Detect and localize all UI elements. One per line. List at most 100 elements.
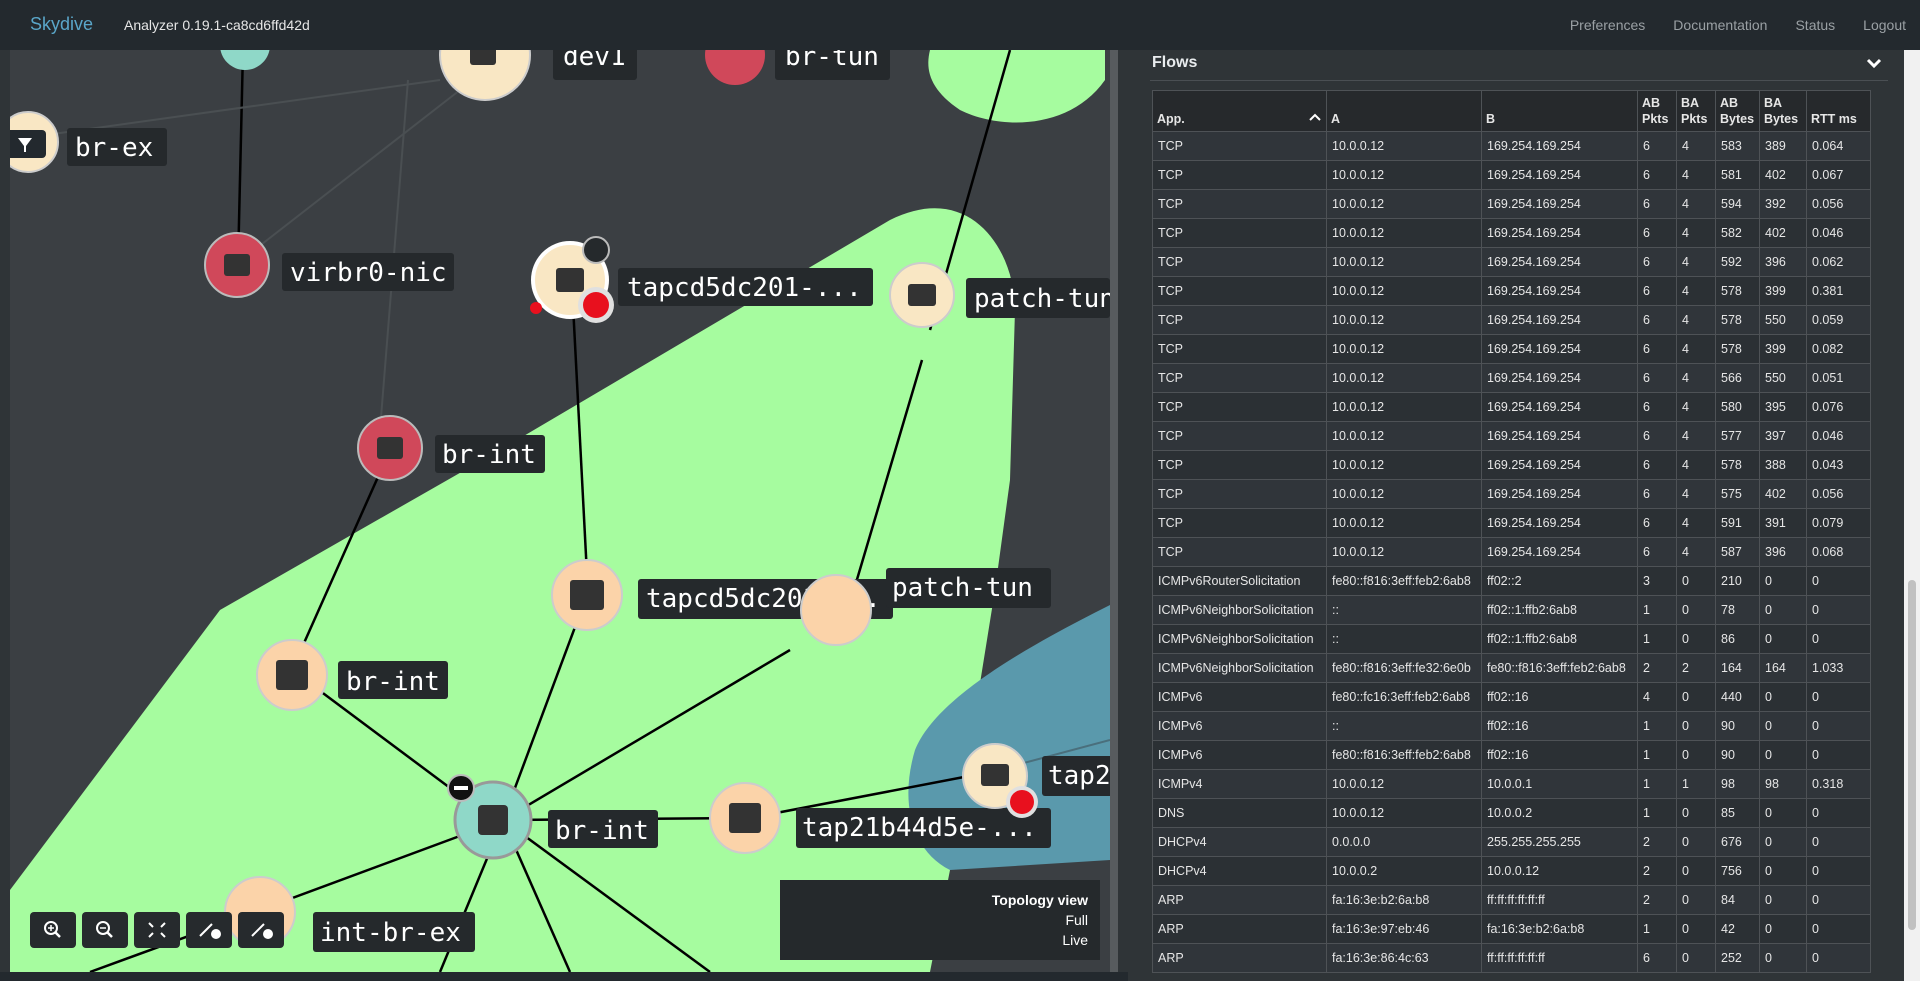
nav-preferences-link[interactable]: Preferences (1570, 17, 1645, 33)
cell-ab-pkts: 6 (1637, 247, 1677, 277)
nav-documentation-link[interactable]: Documentation (1673, 17, 1767, 33)
table-row[interactable]: TCP 10.0.0.12 169.254.169.254 6 4 592 396 0.062 (1152, 247, 1871, 277)
collapse-all-button[interactable] (238, 912, 284, 948)
table-row[interactable]: TCP 10.0.0.12 169.254.169.254 6 4 578 399 0.082 (1152, 334, 1871, 364)
cell-ab-bytes: 90 (1715, 740, 1760, 770)
cell-b: 10.0.0.12 (1481, 856, 1638, 886)
flows-panel-header[interactable]: Flows (1150, 50, 1888, 81)
table-row[interactable]: ICMPv6 fe80::fc16:3eff:feb2:6ab8 ff02::16 4… (1152, 682, 1871, 712)
topology-graph[interactable]: dev1 br-tun br-ex virbr0-nic tapcd5dc201… (10, 50, 1110, 972)
chevron-down-icon[interactable] (1866, 56, 1882, 70)
table-row[interactable]: ICMPv4 10.0.0.12 10.0.0.1 1 1 98 98 0.318 (1152, 769, 1871, 799)
status-dot (530, 302, 542, 314)
column-header-ab-bytes[interactable]: AB Bytes (1715, 90, 1760, 132)
zoom-in-button[interactable] (30, 912, 76, 948)
table-row[interactable]: TCP 10.0.0.12 169.254.169.254 6 4 566 550 0.051 (1152, 363, 1871, 393)
node-dev1[interactable]: dev1 (439, 50, 637, 101)
column-header-b[interactable]: B (1481, 90, 1638, 132)
brand-logo[interactable]: Skydive (30, 14, 93, 35)
cell-b: 10.0.0.1 (1481, 769, 1638, 799)
table-row[interactable]: DHCPv4 10.0.0.2 10.0.0.12 2 0 756 0 0 (1152, 856, 1871, 886)
table-row[interactable]: DHCPv4 0.0.0.0 255.255.255.255 2 0 676 0 0 (1152, 827, 1871, 857)
topology-scrollbar[interactable] (1110, 50, 1118, 972)
table-row[interactable]: ARP fa:16:3e:97:eb:46 fa:16:3e:b2:6a:b8 1 0 4… (1152, 914, 1871, 944)
cell-rtt: 1.033 (1806, 653, 1871, 683)
cell-a: :: (1326, 624, 1482, 654)
cell-ba-pkts: 4 (1676, 508, 1716, 538)
table-row[interactable]: TCP 10.0.0.12 169.254.169.254 6 4 578 550 0.059 (1152, 305, 1871, 335)
cell-app: DHCPv4 (1152, 856, 1327, 886)
cell-a: 10.0.0.12 (1326, 218, 1482, 248)
analyzer-version: Analyzer 0.19.1-ca8cd6ffd42d (124, 17, 310, 33)
cell-ab-pkts: 6 (1637, 334, 1677, 364)
cell-ba-pkts: 0 (1676, 856, 1716, 886)
nav-logout-link[interactable]: Logout (1863, 17, 1906, 33)
table-row[interactable]: TCP 10.0.0.12 169.254.169.254 6 4 580 395 0.076 (1152, 392, 1871, 422)
table-row[interactable]: ICMPv6NeighborSolicitation fe80::f816:3ef… (1152, 653, 1871, 683)
topology-canvas[interactable]: dev1 br-tun br-ex virbr0-nic tapcd5dc201… (10, 50, 1110, 972)
column-header-ba-pkts[interactable]: BA Pkts (1676, 90, 1716, 132)
table-row[interactable]: ICMPv6:: ff02::16 1 0 90 0 0 (1152, 711, 1871, 741)
cell-app: ARP (1152, 943, 1327, 973)
cell-a: 10.0.0.2 (1326, 856, 1482, 886)
table-row[interactable]: ICMPv6 fe80::f816:3eff:feb2:6ab8 ff02::16 1… (1152, 740, 1871, 770)
column-header-rtt[interactable]: RTT ms (1806, 90, 1871, 132)
cell-ab-bytes: 578 (1715, 276, 1760, 306)
table-row[interactable]: ICMPv6NeighborSolicitation:: ff02::1:ffb2… (1152, 624, 1871, 654)
table-row[interactable]: DNS 10.0.0.12 10.0.0.2 1 0 85 0 0 (1152, 798, 1871, 828)
table-row[interactable]: TCP 10.0.0.12 169.254.169.254 6 4 594 392 0.056 (1152, 189, 1871, 219)
cell-app: TCP (1152, 479, 1327, 509)
sort-ascending-icon[interactable] (1308, 111, 1322, 123)
node-br-int-red[interactable]: br-int (357, 415, 545, 481)
cell-ab-bytes: 86 (1715, 624, 1760, 654)
cell-ab-bytes: 594 (1715, 189, 1760, 219)
table-row[interactable]: ICMPv6RouterSolicitation fe80::f816:3eff:… (1152, 566, 1871, 596)
navbar: Skydive Analyzer 0.19.1-ca8cd6ffd42d Pre… (0, 0, 1920, 50)
cell-a: fa:16:3e:97:eb:46 (1326, 914, 1482, 944)
table-row[interactable]: ARP fa:16:3e:b2:6a:b8 ff:ff:ff:ff:ff:ff 2 0 8… (1152, 885, 1871, 915)
table-row[interactable]: TCP 10.0.0.12 169.254.169.254 6 4 582 402 0.046 (1152, 218, 1871, 248)
cell-rtt: 0 (1806, 943, 1871, 973)
table-row[interactable]: TCP 10.0.0.12 169.254.169.254 6 4 581 402 0.067 (1152, 160, 1871, 190)
cell-app: TCP (1152, 450, 1327, 480)
node-virbr0-nic[interactable]: virbr0-nic (204, 232, 454, 298)
cell-ab-bytes: 440 (1715, 682, 1760, 712)
cell-a: fe80::f816:3eff:feb2:6ab8 (1326, 740, 1482, 770)
cell-ba-bytes: 0 (1759, 595, 1807, 625)
cell-a: 10.0.0.12 (1326, 334, 1482, 364)
cell-app: ICMPv4 (1152, 769, 1327, 799)
page-scrollbar-thumb[interactable] (1908, 580, 1916, 930)
flows-header-row: App. A B AB Pkts BA Pkts AB Bytes BA Byt… (1152, 90, 1871, 132)
table-row[interactable]: ARP fa:16:3e:86:4c:63 ff:ff:ff:ff:ff:ff 6 0 2… (1152, 943, 1871, 973)
cell-ba-bytes: 98 (1759, 769, 1807, 799)
table-row[interactable]: TCP 10.0.0.12 169.254.169.254 6 4 591 391 0.079 (1152, 508, 1871, 538)
table-row[interactable]: ICMPv6NeighborSolicitation:: ff02::1:ffb2… (1152, 595, 1871, 625)
cell-app: TCP (1152, 247, 1327, 277)
node-top-teal[interactable] (220, 50, 270, 70)
cell-ab-pkts: 1 (1637, 798, 1677, 828)
cell-ba-bytes: 0 (1759, 566, 1807, 596)
node-label-tapcd5dc201: tapcd5dc201-... (627, 273, 862, 303)
table-row[interactable]: TCP 10.0.0.12 169.254.169.254 6 4 578 399 0.381 (1152, 276, 1871, 306)
column-header-a[interactable]: A (1326, 90, 1482, 132)
cell-ab-bytes: 756 (1715, 856, 1760, 886)
table-row[interactable]: TCP 10.0.0.12 169.254.169.254 6 4 575 402 0.056 (1152, 479, 1871, 509)
table-row[interactable]: TCP 10.0.0.12 169.254.169.254 6 4 578 388 0.043 (1152, 450, 1871, 480)
node-br-tun[interactable]: br-tun (705, 50, 890, 85)
pin-icon[interactable] (582, 236, 610, 264)
cell-b: ff:ff:ff:ff:ff:ff (1481, 885, 1638, 915)
nav-status-link[interactable]: Status (1795, 17, 1835, 33)
table-row[interactable]: TCP 10.0.0.12 169.254.169.254 6 4 577 397 0.046 (1152, 421, 1871, 451)
cell-ab-pkts: 6 (1637, 421, 1677, 451)
fit-screen-button[interactable] (134, 912, 180, 948)
zoom-out-button[interactable] (82, 912, 128, 948)
column-header-app[interactable]: App. (1152, 90, 1327, 132)
cell-ab-bytes: 252 (1715, 943, 1760, 973)
filter-button[interactable] (10, 130, 46, 158)
expand-all-button[interactable] (186, 912, 232, 948)
column-header-ab-pkts[interactable]: AB Pkts (1637, 90, 1677, 132)
table-row[interactable]: TCP 10.0.0.12 169.254.169.254 6 4 583 389 0.064 (1152, 131, 1871, 161)
cell-ab-bytes: 575 (1715, 479, 1760, 509)
column-header-ba-bytes[interactable]: BA Bytes (1759, 90, 1807, 132)
table-row[interactable]: TCP 10.0.0.12 169.254.169.254 6 4 587 396 0.068 (1152, 537, 1871, 567)
